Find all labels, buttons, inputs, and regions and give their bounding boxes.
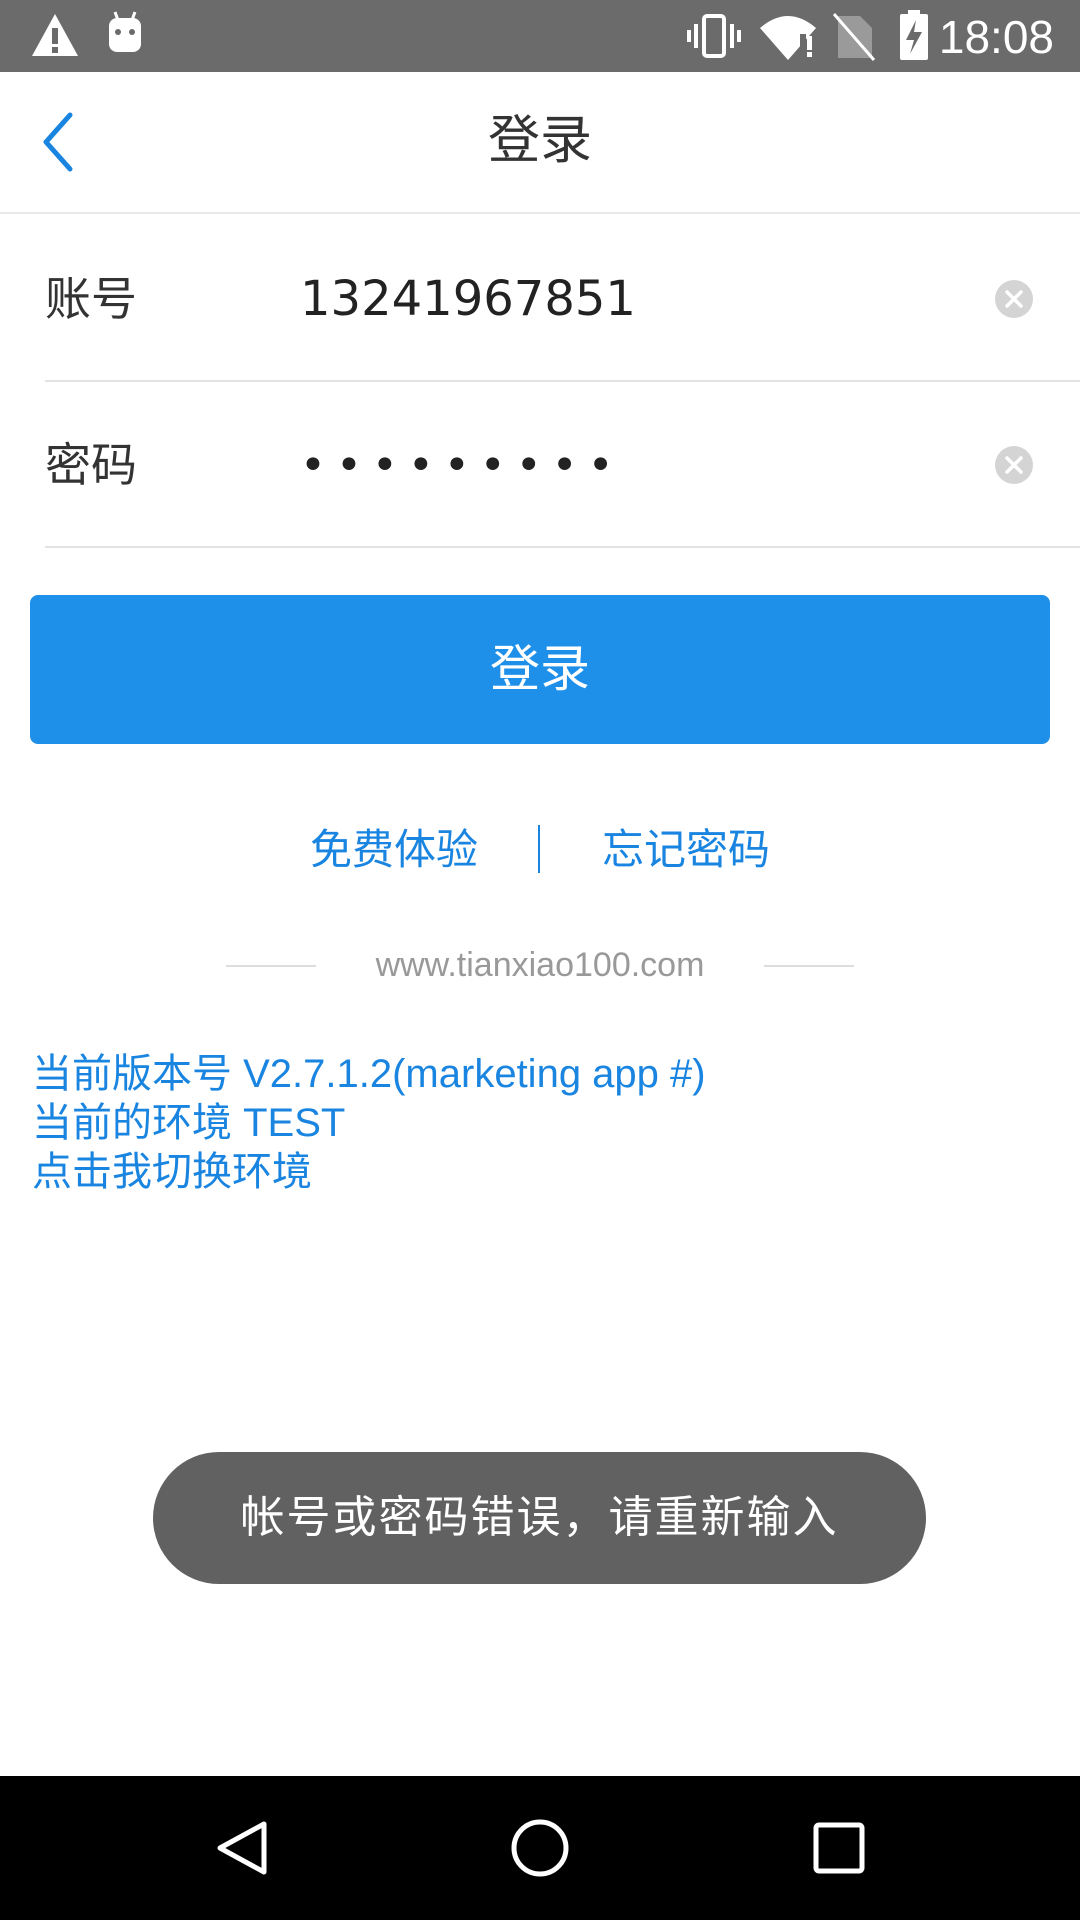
version-text: 当前版本号 V2.7.1.2(marketing app #) xyxy=(32,1052,706,1096)
links-separator xyxy=(538,825,540,873)
toolbar: 登录 xyxy=(0,72,1080,214)
square-recents-icon xyxy=(813,1822,865,1874)
status-time: 18:08 xyxy=(938,11,1054,63)
triangle-back-icon xyxy=(217,1821,267,1875)
password-label: 密码 xyxy=(45,438,137,492)
warning-icon xyxy=(32,14,78,56)
battery-charging-icon xyxy=(900,10,928,60)
free-trial-link[interactable]: 免费体验 xyxy=(310,820,478,880)
nav-home-button[interactable] xyxy=(460,1776,620,1920)
password-input[interactable] xyxy=(300,422,960,508)
forgot-password-link[interactable]: 忘记密码 xyxy=(602,820,770,880)
vibrate-icon xyxy=(687,14,741,58)
clear-icon xyxy=(995,280,1033,318)
links-row: 免费体验 忘记密码 xyxy=(0,820,1080,880)
environment-text: 当前的环境 TEST xyxy=(32,1101,346,1145)
website-text: www.tianxiao100.com xyxy=(375,946,705,984)
account-row: 账号 xyxy=(0,216,1080,382)
switch-environment-link[interactable]: 点击我切换环境 xyxy=(32,1148,706,1197)
status-bar: 18:08 xyxy=(0,0,1080,72)
no-sim-icon xyxy=(832,13,876,61)
nav-recents-button[interactable] xyxy=(760,1776,920,1920)
account-input[interactable] xyxy=(300,256,960,342)
login-button[interactable]: 登录 xyxy=(30,595,1050,744)
wifi-icon xyxy=(760,16,816,60)
password-row: 密码 xyxy=(0,382,1080,548)
env-info: 当前版本号 V2.7.1.2(marketing app #) 当前的环境 TE… xyxy=(32,1050,706,1197)
divider xyxy=(764,965,854,967)
account-label: 账号 xyxy=(45,272,137,326)
clear-account-button[interactable] xyxy=(994,279,1034,319)
clear-password-button[interactable] xyxy=(994,445,1034,485)
navigation-bar xyxy=(0,1776,1080,1920)
clear-icon xyxy=(995,446,1033,484)
android-icon xyxy=(109,11,141,52)
nav-back-button[interactable] xyxy=(160,1776,320,1920)
error-toast: 帐号或密码错误，请重新输入 xyxy=(153,1452,926,1584)
circle-home-icon xyxy=(511,1819,569,1877)
page-title: 登录 xyxy=(487,111,592,171)
divider xyxy=(45,546,1080,548)
website-row: www.tianxiao100.com xyxy=(0,940,1080,990)
